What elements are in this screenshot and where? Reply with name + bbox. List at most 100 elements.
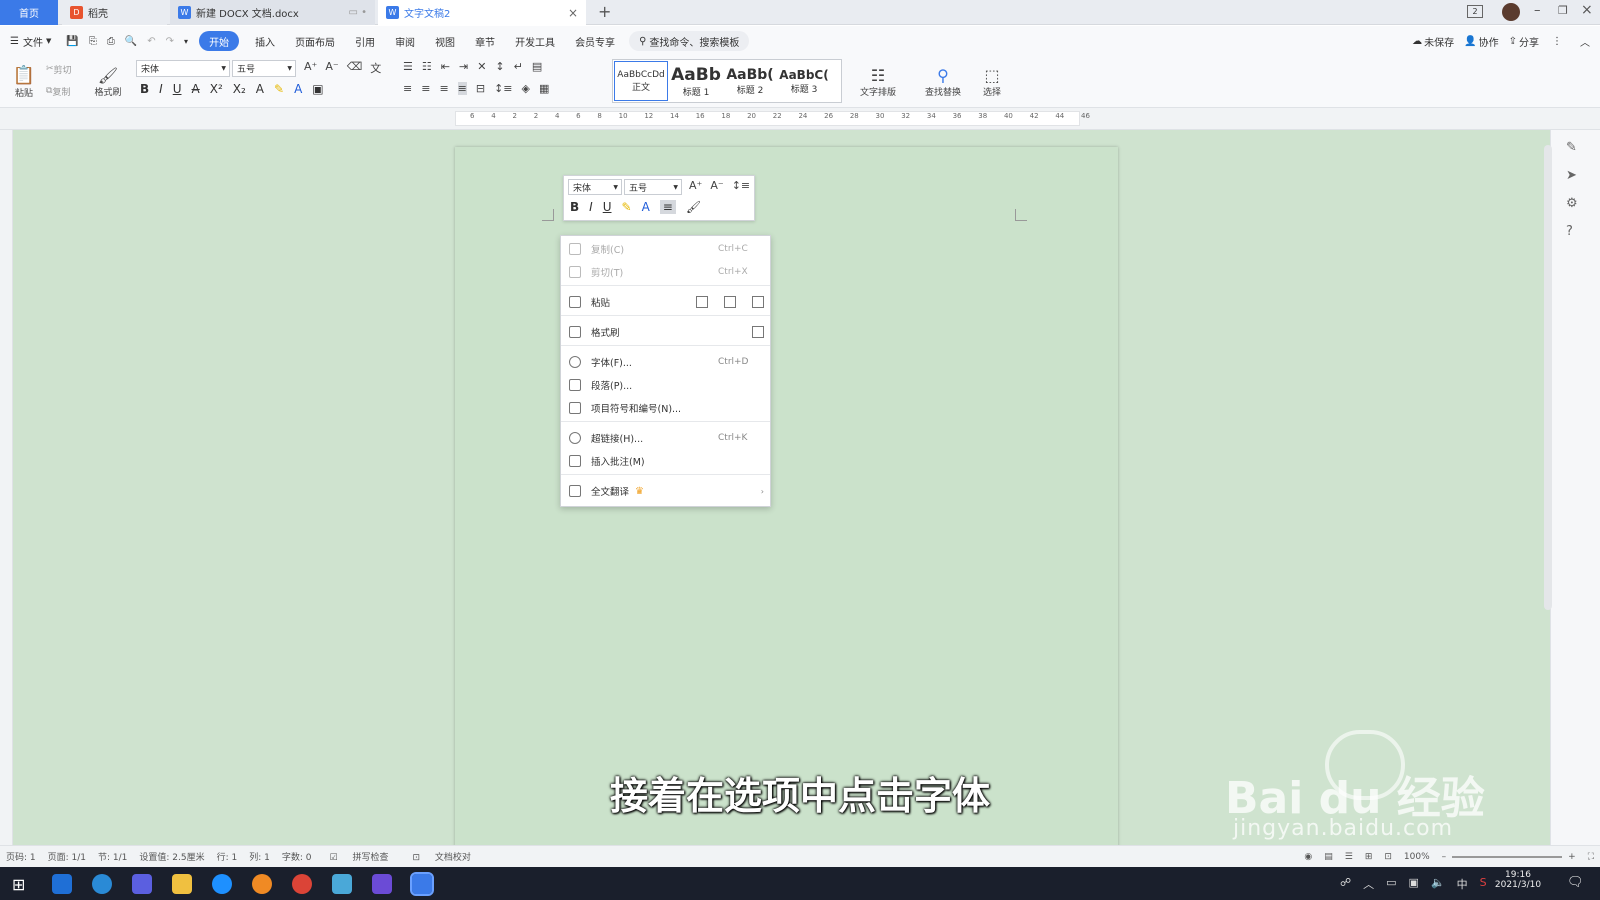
avatar[interactable] — [1502, 3, 1520, 21]
network-icon[interactable]: ▣ — [1409, 876, 1419, 892]
vertical-scrollbar[interactable] — [1544, 145, 1552, 610]
text-layout-button[interactable]: ☷ 文字排版 — [852, 60, 904, 104]
window-count-icon[interactable]: 2 — [1467, 5, 1483, 18]
zoom-level[interactable]: 100% — [1398, 852, 1436, 862]
eye-protection-icon[interactable]: ◉ — [1298, 852, 1318, 862]
align-right-icon[interactable]: ≡ — [439, 82, 448, 95]
ctx-font[interactable]: 字体(F)... Ctrl+D — [561, 351, 770, 373]
mini-font-select[interactable]: 宋体 ▼ — [568, 179, 622, 195]
save-icon[interactable]: 💾 — [61, 31, 83, 51]
tab-close-icon[interactable]: × — [568, 6, 578, 20]
underline-icon[interactable]: U — [173, 82, 182, 96]
people-icon[interactable]: ☍ — [1340, 876, 1351, 892]
doc-proof-button[interactable]: ⊡ 文档校对 — [400, 850, 482, 863]
font-size-select[interactable]: 五号 ▼ — [232, 60, 296, 77]
menu-insert[interactable]: 插入 — [245, 31, 285, 51]
ctx-hyperlink[interactable]: 超链接(H)... Ctrl+K — [561, 427, 770, 449]
menu-member[interactable]: 会员专享 — [565, 31, 625, 51]
ctx-comment[interactable]: 插入批注(M) — [561, 450, 770, 472]
borders-icon[interactable]: ▦ — [539, 82, 549, 95]
format-brush-icon[interactable]: 🖌 — [686, 200, 701, 214]
notification-icon[interactable]: 🗨 — [1567, 875, 1584, 890]
subscript-icon[interactable]: X₂ — [233, 82, 246, 96]
pointer-icon[interactable]: ➤ — [1566, 168, 1577, 183]
settings-sliders-icon[interactable]: ⚙ — [1566, 196, 1578, 211]
font-color-icon[interactable]: A — [294, 82, 302, 96]
decrease-indent-icon[interactable]: ⇤ — [441, 60, 450, 73]
customize-icon[interactable]: ▾ — [179, 31, 193, 51]
document-page[interactable] — [455, 147, 1118, 847]
minimize-icon[interactable]: – — [1534, 3, 1541, 18]
spell-check-toggle[interactable]: ☑ 拼写检查 — [318, 850, 401, 863]
battery-icon[interactable]: ▭ — [1386, 876, 1396, 892]
wps-writer-icon[interactable] — [410, 872, 434, 896]
ctx-translate[interactable]: 全文翻译 ♛ › — [561, 480, 770, 502]
zoom-out-icon[interactable]: – — [1436, 852, 1453, 862]
line-spacing-icon[interactable]: ↕≡ — [494, 82, 512, 95]
page-view-icon[interactable]: ▤ — [1318, 852, 1339, 862]
clear-format-icon[interactable]: ⌫ — [347, 60, 363, 76]
clock[interactable]: 19:16 2021/3/10 — [1488, 870, 1548, 890]
bold-icon[interactable]: B — [570, 200, 579, 214]
brush-pin-icon[interactable] — [752, 326, 764, 338]
cube-app-icon[interactable] — [132, 874, 152, 894]
ctx-paragraph[interactable]: 段落(P)... — [561, 374, 770, 396]
style-normal[interactable]: AaBbCcDd 正文 — [614, 61, 668, 101]
zoom-slider[interactable] — [1452, 855, 1563, 858]
justify-icon[interactable]: ≡ — [457, 82, 467, 95]
grow-font-icon[interactable]: A⁺ — [689, 179, 702, 192]
sogou-ime-icon[interactable]: S — [1480, 876, 1487, 892]
collaborate-button[interactable]: 👤 协作 — [1459, 31, 1503, 51]
fullscreen-icon[interactable]: ⛶ — [1582, 852, 1600, 862]
font-color-icon[interactable]: A — [642, 200, 650, 214]
notepad-icon[interactable] — [332, 874, 352, 894]
menu-start[interactable]: 开始 — [199, 31, 240, 51]
table-icon[interactable]: ▤ — [532, 60, 542, 73]
ctx-format-painter[interactable]: 格式刷 — [561, 321, 770, 343]
unsaved-status[interactable]: ☁ 未保存 — [1407, 31, 1459, 51]
web-view-icon[interactable]: ⊞ — [1359, 852, 1379, 862]
share-button[interactable]: ⇪ 分享 — [1504, 31, 1544, 51]
new-tab-button[interactable]: + — [598, 2, 611, 21]
select-button[interactable]: ⬚ 选择 — [974, 60, 1010, 104]
file-explorer-icon[interactable] — [172, 874, 192, 894]
increase-indent-icon[interactable]: ⇥ — [459, 60, 468, 73]
tab-document2[interactable]: W 文字文稿2 × — [378, 0, 586, 25]
paste-button[interactable]: 📋 粘贴 — [8, 60, 40, 104]
cut-button[interactable]: ✂ 剪切 — [46, 61, 72, 77]
copy-button[interactable]: ⧉ 复制 — [46, 83, 70, 99]
ctx-cut[interactable]: 剪切(T) Ctrl+X — [561, 261, 770, 283]
more-icon[interactable]: ⋮ — [1544, 31, 1570, 51]
ime-indicator[interactable]: 中 — [1457, 876, 1468, 892]
line-break-icon[interactable]: ↵ — [514, 60, 523, 73]
collapse-ribbon-icon[interactable]: ︿ — [1570, 31, 1600, 51]
style-heading1[interactable]: AaBb 标题 1 — [669, 60, 723, 102]
export-icon[interactable]: ⎘ — [84, 31, 102, 51]
command-search[interactable]: ⚲ 查找命令、搜索模板 — [629, 31, 750, 51]
outline-view-icon[interactable]: ☰ — [1339, 852, 1359, 862]
restore-icon[interactable]: ❐ — [1558, 4, 1568, 17]
shrink-font-icon[interactable]: A⁻ — [710, 179, 723, 192]
line-spacing-icon[interactable]: ↕≡ — [732, 179, 750, 192]
underline-icon[interactable]: U — [603, 200, 612, 214]
status-word-count[interactable]: 字数: 0 — [276, 850, 318, 863]
tray-expand-icon[interactable]: ︿ — [1363, 876, 1374, 892]
italic-icon[interactable]: I — [159, 82, 163, 96]
windows-start-icon[interactable]: ⊞ — [12, 875, 25, 894]
menu-review[interactable]: 审阅 — [385, 31, 425, 51]
menu-page-layout[interactable]: 页面布局 — [285, 31, 345, 51]
paste-merge-format-icon[interactable] — [724, 296, 736, 308]
chinese-layout-icon[interactable]: ✕ — [477, 60, 486, 73]
video-app-icon[interactable] — [372, 874, 392, 894]
shrink-font-icon[interactable]: A⁻ — [325, 60, 338, 76]
pen-icon[interactable]: ✎ — [1566, 140, 1577, 155]
sogou-icon[interactable] — [92, 874, 112, 894]
align-center-icon[interactable]: ≡ — [421, 82, 430, 95]
browser-icon[interactable] — [212, 874, 232, 894]
style-heading3[interactable]: AaBbC(标题 3 — [777, 60, 831, 102]
close-window-icon[interactable]: × — [1581, 2, 1593, 18]
char-border-icon[interactable]: ▣ — [312, 82, 323, 96]
shading-icon[interactable]: ◈ — [522, 82, 530, 95]
ctx-bullets[interactable]: 项目符号和编号(N)... — [561, 397, 770, 419]
find-replace-button[interactable]: ⚲ 查找替换 — [916, 60, 970, 104]
